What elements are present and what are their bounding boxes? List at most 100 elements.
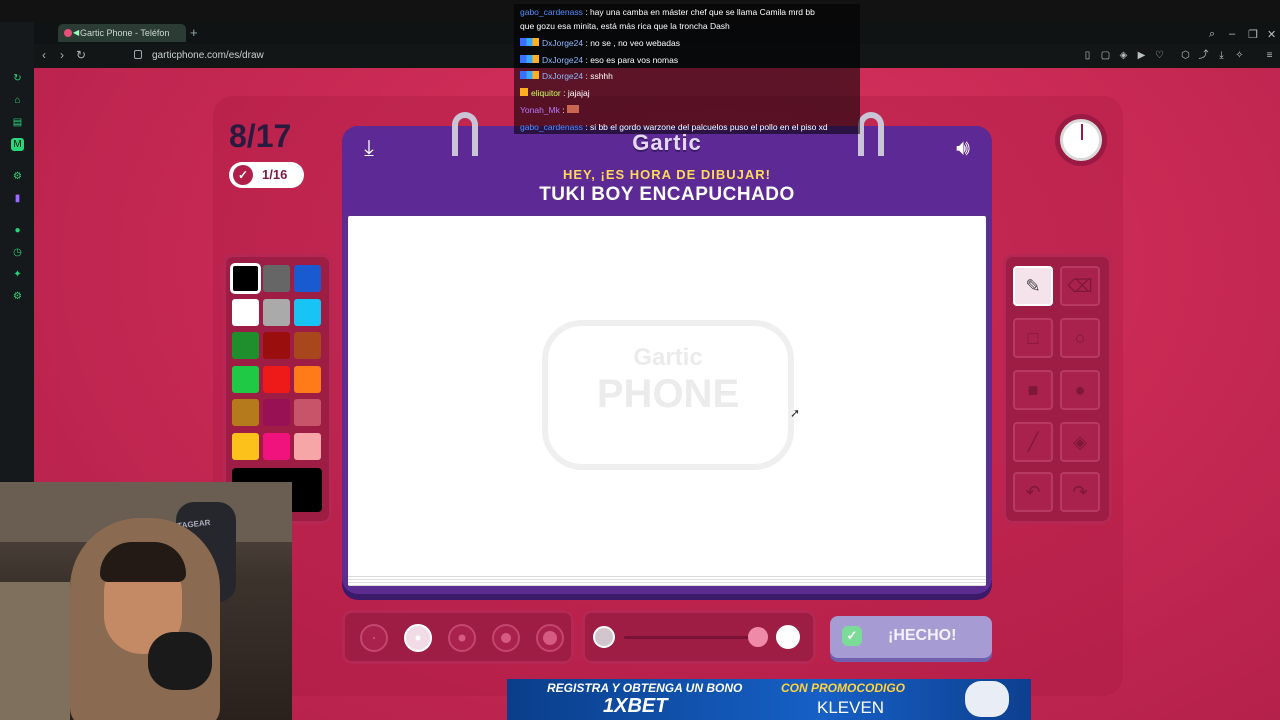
- pencil-tool[interactable]: ✎: [1013, 266, 1053, 306]
- gartic-phone-watermark: Gartic PHONE: [542, 320, 794, 470]
- bookmark-icon[interactable]: ▯: [1082, 50, 1093, 61]
- settings-icon[interactable]: ⚙: [11, 170, 24, 183]
- color-swatch-light-pink[interactable]: [294, 433, 321, 460]
- brush-size-2[interactable]: [404, 624, 432, 652]
- chat-message: que gozu esa minita, está más rica que l…: [520, 21, 730, 31]
- download-drawing-icon[interactable]: ⤓: [356, 135, 382, 161]
- maximize-icon[interactable]: ❐: [1248, 28, 1258, 41]
- webcam-overlay: STAGEAR: [0, 482, 292, 720]
- chat-message: Yonah_Mk :: [520, 105, 579, 115]
- new-tab-button[interactable]: +: [190, 24, 198, 42]
- chat-message: DxJorge24 : eso es para vos nomas: [520, 55, 678, 65]
- chat-message: DxJorge24 : sshhh: [520, 71, 613, 81]
- done-counter: 1/16: [262, 167, 288, 182]
- done-counter-pill: ✓ 1/16: [229, 162, 304, 188]
- color-swatch-ochre[interactable]: [232, 399, 259, 427]
- forward-icon[interactable]: ›: [60, 48, 64, 62]
- opacity-high-icon: [776, 625, 800, 649]
- check-icon: ✓: [842, 626, 862, 646]
- timer-clock-icon: [1060, 119, 1102, 161]
- color-swatch-gray[interactable]: [263, 265, 290, 292]
- color-swatch-rose[interactable]: [294, 399, 321, 427]
- done-button-label: ¡HECHO!: [888, 627, 957, 644]
- round-counter: 8/17: [229, 118, 292, 154]
- reload-icon[interactable]: ↻: [76, 48, 86, 62]
- feed-icon[interactable]: ▤: [11, 116, 24, 129]
- opacity-low-icon: [593, 626, 615, 648]
- menu-icon[interactable]: ≡: [1264, 50, 1275, 61]
- audio-icon: ◀: [73, 28, 80, 37]
- color-swatch-dark-red[interactable]: [263, 332, 290, 360]
- undo-tool[interactable]: ↶: [1013, 472, 1053, 512]
- chat-message: gabo_cardenass : hay una camba en máster…: [520, 7, 815, 17]
- ellipse-fill-tool[interactable]: ●: [1060, 370, 1100, 410]
- redo-tool[interactable]: ↷: [1060, 472, 1100, 512]
- heart-icon[interactable]: ♡: [1154, 50, 1165, 61]
- color-swatch-orange[interactable]: [294, 365, 321, 393]
- opacity-slider-handle[interactable]: [748, 627, 768, 647]
- board-ring-right: [858, 112, 884, 156]
- brush-size-1[interactable]: [360, 624, 388, 652]
- color-swatch-blue[interactable]: [294, 265, 321, 292]
- gartic-favicon-icon: [64, 29, 72, 37]
- share-icon[interactable]: ⤴: [1198, 50, 1209, 61]
- done-button[interactable]: ✓ ¡HECHO!: [830, 616, 992, 658]
- play-icon[interactable]: ▶: [1136, 50, 1147, 61]
- gear-icon[interactable]: ⚙: [11, 290, 24, 303]
- chat-message: eliquitor : jajajaj: [520, 88, 590, 98]
- ai-icon[interactable]: ✧: [1234, 50, 1245, 61]
- color-swatch-black[interactable]: [230, 263, 261, 294]
- color-swatch-red[interactable]: [263, 365, 290, 393]
- color-swatch-yellow[interactable]: [232, 433, 259, 460]
- shield-icon[interactable]: ◈: [1118, 50, 1129, 61]
- rectangle-outline-tool[interactable]: □: [1013, 318, 1053, 358]
- extensions-icon[interactable]: ✦: [11, 268, 24, 281]
- color-swatch-white[interactable]: [232, 298, 259, 326]
- rectangle-fill-tool[interactable]: ■: [1013, 370, 1053, 410]
- ellipse-outline-tool[interactable]: ○: [1060, 318, 1100, 358]
- volume-icon[interactable]: 🔊︎: [948, 135, 978, 161]
- tab-gartic[interactable]: ◀ Gartic Phone - Teléfon: [58, 24, 186, 42]
- drawing-canvas[interactable]: Gartic PHONE: [348, 216, 986, 586]
- opacity-slider-track[interactable]: [624, 636, 758, 639]
- twitch-icon[interactable]: ▮: [11, 192, 24, 205]
- color-swatch-maroon[interactable]: [263, 399, 290, 427]
- robot-mascot-icon: [965, 681, 1009, 717]
- gartic-logo: Gartic: [632, 130, 702, 155]
- prompt-word: TUKI BOY ENCAPUCHADO: [539, 184, 795, 205]
- line-tool[interactable]: ╱: [1013, 422, 1053, 462]
- color-swatch-brown[interactable]: [294, 332, 321, 360]
- screenshot-icon[interactable]: ▢: [1100, 50, 1111, 61]
- ad-promo-label: CON PROMOCODIGO: [781, 681, 906, 695]
- draw-heading: HEY, ¡ES HORA DE DIBUJAR!: [563, 167, 771, 182]
- extension-icon[interactable]: ⬡: [1180, 50, 1191, 61]
- color-swatch-cyan[interactable]: [294, 298, 321, 326]
- brush-size-4[interactable]: [492, 624, 520, 652]
- eraser-tool[interactable]: ⌫: [1060, 266, 1100, 306]
- download-icon[interactable]: ⤓: [1216, 50, 1227, 61]
- color-swatch-pink[interactable]: [263, 433, 290, 460]
- m-app-icon[interactable]: M: [11, 138, 24, 151]
- ad-banner[interactable]: REGISTRA Y OBTENGA UN BONO 1XBET CON PRO…: [507, 679, 1031, 720]
- close-icon[interactable]: ✕: [1267, 28, 1276, 41]
- back-icon[interactable]: ‹: [42, 48, 46, 62]
- address-bar[interactable]: garticphone.com/es/draw: [152, 50, 264, 61]
- home-icon[interactable]: ⌂: [11, 94, 24, 107]
- color-swatch-green[interactable]: [232, 365, 259, 393]
- screen: ◀ Gartic Phone - Teléfon + ↻ ⌂ ▤ M ⚙ ▮ ●…: [0, 0, 1280, 720]
- chat-message: gabo_cardenass : si bb el gordo warzone …: [520, 122, 828, 132]
- brush-size-5[interactable]: [536, 624, 564, 652]
- check-icon: ✓: [233, 165, 253, 185]
- color-swatch-dark-green[interactable]: [232, 332, 259, 360]
- bucket-fill-tool[interactable]: ◈: [1060, 422, 1100, 462]
- paper-edge: [348, 574, 986, 586]
- timer: [1055, 114, 1107, 166]
- search-icon[interactable]: ⌕: [1209, 28, 1215, 41]
- minimize-icon[interactable]: –: [1229, 28, 1235, 40]
- spotify-icon[interactable]: ●: [11, 224, 24, 237]
- emote-icon: [566, 105, 579, 113]
- refresh-icon[interactable]: ↻: [11, 72, 24, 85]
- history-icon[interactable]: ◷: [11, 246, 24, 259]
- brush-size-3[interactable]: [448, 624, 476, 652]
- color-swatch-light-gray[interactable]: [263, 298, 290, 326]
